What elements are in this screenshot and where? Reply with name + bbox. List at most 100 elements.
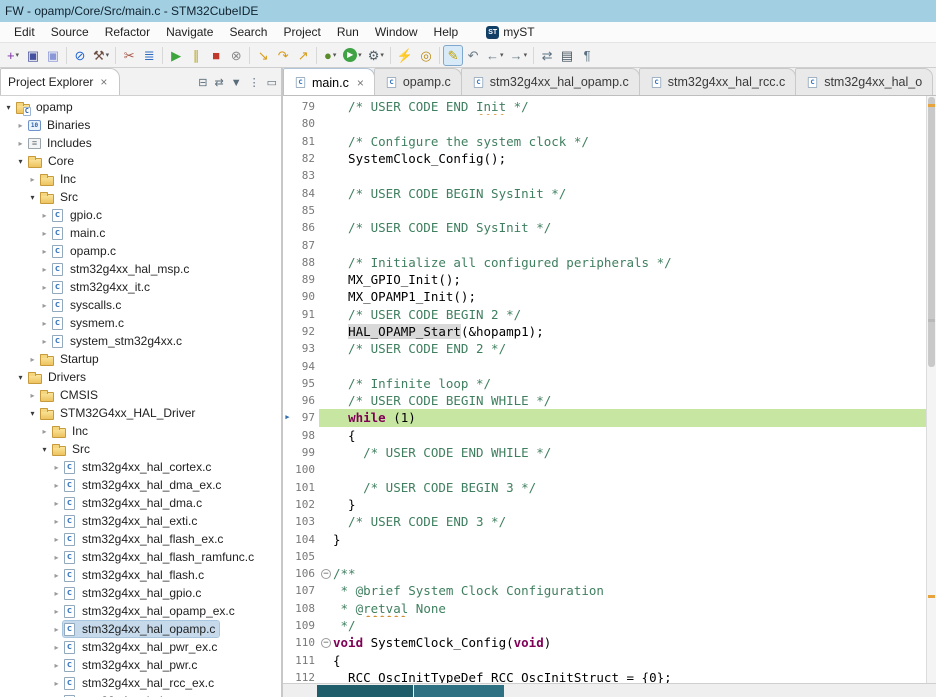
code-line[interactable]: /* Infinite loop */: [333, 375, 926, 392]
fold-column-cell[interactable]: [319, 652, 333, 669]
step-over-button[interactable]: ↷: [273, 45, 293, 66]
toggle-mark-occurrences-button[interactable]: ✎: [443, 45, 463, 66]
fold-column-cell[interactable]: [319, 582, 333, 599]
chevron-down-icon[interactable]: ▾: [26, 409, 39, 418]
fold-column-cell[interactable]: [319, 306, 333, 323]
chevron-right-icon[interactable]: ▸: [50, 571, 63, 580]
chevron-right-icon[interactable]: ▸: [26, 391, 39, 400]
code-line[interactable]: [333, 548, 926, 565]
save-button[interactable]: ▣: [23, 45, 43, 66]
tree-item[interactable]: ▸stm32g4xx_hal_opamp_ex.c: [0, 602, 281, 620]
tree-item[interactable]: ▸stm32g4xx_hal_dma.c: [0, 494, 281, 512]
tree-item[interactable]: ▸stm32g4xx_hal_gpio.c: [0, 584, 281, 602]
code-line[interactable]: /* USER CODE END WHILE */: [333, 444, 926, 461]
tree-item[interactable]: ▾Core: [0, 152, 281, 170]
fold-column-cell[interactable]: [319, 184, 333, 201]
chevron-right-icon[interactable]: ▸: [38, 265, 51, 274]
tree-item[interactable]: ▸Inc: [0, 170, 281, 188]
fold-column-cell[interactable]: [319, 496, 333, 513]
tree-item[interactable]: ▸stm32g4xx_hal_opamp.c: [0, 620, 281, 638]
tree-item[interactable]: ▾STM32G4xx_HAL_Driver: [0, 404, 281, 422]
tree-item[interactable]: ▸stm32g4xx_hal_flash_ramfunc.c: [0, 548, 281, 566]
resume-button[interactable]: ▶: [166, 45, 186, 66]
chevron-down-icon[interactable]: ▾: [14, 373, 27, 382]
code-line[interactable]: [333, 236, 926, 253]
debug-button[interactable]: ●▾: [320, 45, 340, 66]
last-edit-location-button[interactable]: ↶: [463, 45, 483, 66]
instruction-pointer-icon[interactable]: ▶: [283, 414, 292, 421]
fold-column-cell[interactable]: [319, 479, 333, 496]
fold-column-cell[interactable]: −: [319, 634, 333, 651]
chevron-right-icon[interactable]: ▸: [38, 283, 51, 292]
code-line[interactable]: {: [333, 427, 926, 444]
tree-item[interactable]: ▸stm32g4xx_hal_flash.c: [0, 566, 281, 584]
fold-column-cell[interactable]: [319, 219, 333, 236]
tree-item[interactable]: ▸gpio.c: [0, 206, 281, 224]
tree-item[interactable]: ▸Binaries: [0, 116, 281, 134]
editor-tab[interactable]: stm32g4xx_hal_o: [795, 68, 933, 95]
chevron-right-icon[interactable]: ▸: [14, 121, 27, 130]
code-line[interactable]: while (1): [333, 409, 926, 426]
vscroll-thumb[interactable]: [928, 97, 935, 367]
fold-column-cell[interactable]: [319, 600, 333, 617]
disconnect-button[interactable]: ⊗: [226, 45, 246, 66]
save-all-button[interactable]: ▣: [43, 45, 63, 66]
view-close-icon[interactable]: ×: [100, 75, 107, 89]
editor-tab[interactable]: stm32g4xx_hal_rcc.c: [639, 68, 796, 95]
new-wizard-button[interactable]: +▾: [3, 45, 23, 66]
code-line[interactable]: [333, 115, 926, 132]
editor-tab[interactable]: main.c×: [283, 68, 375, 96]
code-line[interactable]: /* Initialize all configured peripherals…: [333, 254, 926, 271]
code-line[interactable]: /* Configure the system clock */: [333, 133, 926, 150]
code-line[interactable]: [333, 202, 926, 219]
fold-column-cell[interactable]: [319, 669, 333, 683]
tree-item[interactable]: ▸system_stm32g4xx.c: [0, 332, 281, 350]
tree-item[interactable]: ▸stm32g4xx_hal_pwr.c: [0, 656, 281, 674]
search-button[interactable]: ◎: [416, 45, 436, 66]
code-line[interactable]: MX_GPIO_Init();: [333, 271, 926, 288]
build-button[interactable]: ⚒▾: [90, 45, 112, 66]
bottom-bar-segment[interactable]: [414, 685, 504, 697]
code-line[interactable]: void SystemClock_Config(void): [333, 634, 926, 651]
fold-collapse-icon[interactable]: −: [321, 569, 331, 579]
tree-item[interactable]: ▾opamp: [0, 98, 281, 116]
tree-item[interactable]: ▾Src: [0, 440, 281, 458]
terminate-button[interactable]: ■: [206, 45, 226, 66]
forward-button[interactable]: →▾: [507, 45, 531, 66]
tree-item[interactable]: ▸stm32g4xx_hal_rcc.c: [0, 692, 281, 697]
fold-column-cell[interactable]: [319, 427, 333, 444]
code-line[interactable]: /* USER CODE BEGIN 3 */: [333, 479, 926, 496]
flash-download-button[interactable]: ⚡: [394, 45, 416, 66]
menu-search[interactable]: Search: [221, 23, 275, 41]
fold-column-cell[interactable]: [319, 236, 333, 253]
fold-column-cell[interactable]: [319, 513, 333, 530]
tree-item[interactable]: ▸Includes: [0, 134, 281, 152]
tree-item[interactable]: ▸stm32g4xx_hal_dma_ex.c: [0, 476, 281, 494]
tree-item[interactable]: ▸stm32g4xx_hal_msp.c: [0, 260, 281, 278]
tree-item[interactable]: ▸Startup: [0, 350, 281, 368]
code-line[interactable]: /* USER CODE END Init */: [333, 98, 926, 115]
link-with-editor-icon[interactable]: ⇄: [214, 78, 223, 89]
external-tools-button[interactable]: ⚙▾: [365, 45, 387, 66]
show-whitespace-button[interactable]: ¶: [577, 45, 597, 66]
code-line[interactable]: /* USER CODE BEGIN WHILE */: [333, 392, 926, 409]
chevron-right-icon[interactable]: ▸: [38, 337, 51, 346]
tree-item[interactable]: ▸CMSIS: [0, 386, 281, 404]
tab-close-icon[interactable]: ×: [357, 76, 364, 90]
code-line[interactable]: /* USER CODE END 3 */: [333, 513, 926, 530]
code-line[interactable]: SystemClock_Config();: [333, 150, 926, 167]
fold-column-cell[interactable]: [319, 444, 333, 461]
tree-item[interactable]: ▾Drivers: [0, 368, 281, 386]
chevron-right-icon[interactable]: ▸: [14, 139, 27, 148]
tree-item[interactable]: ▸stm32g4xx_it.c: [0, 278, 281, 296]
code-line[interactable]: /**: [333, 565, 926, 582]
tree-item[interactable]: ▾Src: [0, 188, 281, 206]
code-line[interactable]: */: [333, 617, 926, 634]
bottom-bar-segment[interactable]: [317, 685, 413, 697]
chevron-down-icon[interactable]: ▾: [38, 445, 51, 454]
fold-column-cell[interactable]: [319, 530, 333, 547]
menu-help[interactable]: Help: [426, 23, 467, 41]
minimize-icon[interactable]: ▭: [267, 78, 277, 89]
fold-column-cell[interactable]: [319, 323, 333, 340]
code-line[interactable]: HAL_OPAMP_Start(&hopamp1);: [333, 323, 926, 340]
